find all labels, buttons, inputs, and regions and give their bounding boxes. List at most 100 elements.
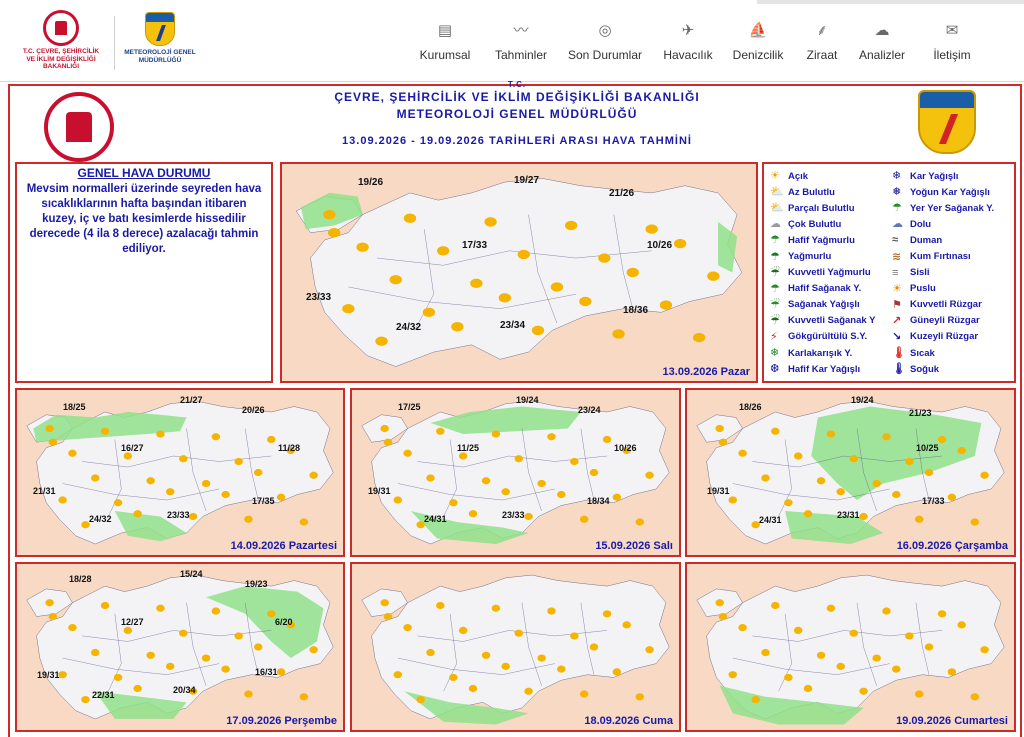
cold-thermometer-icon: 🌡 xyxy=(892,363,906,376)
nav-tahminler[interactable]: 〰 Tahminler xyxy=(486,20,556,70)
legend-item: ⛅ Parçalı Bulutlu xyxy=(768,200,890,216)
sun-cloud-icon xyxy=(836,662,845,670)
legend-item: ☁ Dolu xyxy=(890,216,1012,232)
sun-cloud-icon xyxy=(803,684,813,693)
sun-cloud-icon xyxy=(501,488,510,496)
sun-cloud-icon xyxy=(188,512,198,521)
legend-item: ↘ Kuzeyli Rüzgar xyxy=(890,329,1012,345)
document-icon: ▤ xyxy=(437,22,453,39)
city-temp-range: 19/27 xyxy=(514,175,540,186)
sun-cloud-icon xyxy=(91,648,100,657)
city-temp-range: 11/28 xyxy=(278,443,301,453)
sun-cloud-icon xyxy=(570,632,579,640)
city-temp-range: 15/24 xyxy=(180,569,203,579)
legend-label: Hafif Kar Yağışlı xyxy=(788,363,861,375)
sun-cloud-icon xyxy=(383,438,393,446)
city-temp-range: 17/33 xyxy=(462,240,488,251)
sandstorm-icon: ≋ xyxy=(892,250,902,263)
city-temp-range: 6/20 xyxy=(275,617,293,627)
sun-cloud-icon xyxy=(484,217,497,227)
sun-cloud-icon xyxy=(68,624,77,632)
nav-kurumsal[interactable]: ▤ Kurumsal xyxy=(404,20,486,70)
analysis-icon: ☁ xyxy=(874,22,890,39)
city-temp-range: 16/27 xyxy=(121,443,144,453)
mgm-logo[interactable]: METEOROLOJİ GENEL MÜDÜRLÜĞÜ xyxy=(122,12,198,78)
sun-cloud-icon xyxy=(68,449,77,457)
legend-grid: ☀ Açık ❄ Kar Yağışlı ⛅ Az Bulutlu ❅ Yoğun Kar Y… xyxy=(768,168,1012,377)
ministry-logo[interactable]: T.C. ÇEVRE, ŞEHİRCİLİK VE İKLİM DEĞİŞİKL… xyxy=(18,10,104,76)
forecast-map-day-3: 17/25 19/24 23/24 11/25 10/26 19/31 24/31 23/33… xyxy=(350,388,681,557)
sun-cloud-icon xyxy=(81,695,90,704)
sun-cloud-icon xyxy=(426,648,435,657)
forecast-map-day-6: 18.09.2026 Cuma xyxy=(350,562,681,732)
city-temp-range: 21/27 xyxy=(180,395,203,405)
sun-cloud-icon xyxy=(517,249,530,260)
sleet-icon: ❄ xyxy=(770,347,780,360)
sun-cloud-icon xyxy=(146,651,155,659)
sun-cloud-icon xyxy=(380,424,389,433)
legend-item: ☂ Hafif Yağmurlu xyxy=(768,232,890,248)
sun-cloud-icon xyxy=(458,452,468,460)
sun-cloud-icon xyxy=(980,646,989,654)
sun-cloud-icon xyxy=(816,651,826,659)
legend-item: 🌡 Soğuk xyxy=(890,361,1012,377)
city-temp-range: 10/25 xyxy=(916,443,939,453)
sun-cloud-icon xyxy=(416,695,425,704)
legend-item: ↗ Güneyli Rüzgar xyxy=(890,313,1012,329)
weather-legend: ☀ Açık ❄ Kar Yağışlı ⛅ Az Bulutlu ❅ Yoğun Kar Y… xyxy=(762,162,1016,383)
scattered-shower-icon: ☂ xyxy=(892,202,902,215)
legend-item: 🌡 Sıcak xyxy=(890,345,1012,361)
sun-cloud-icon xyxy=(645,646,654,654)
sun-cloud-icon xyxy=(491,604,501,612)
sun-cloud-icon xyxy=(179,629,188,637)
sailboat-icon: ⛵ xyxy=(748,22,768,39)
smoke-icon: ≈ xyxy=(892,234,899,247)
nav-label: Kurumsal xyxy=(419,48,471,62)
legend-item: ❅ Yoğun Kar Yağışlı xyxy=(890,184,1012,200)
top-scrollbar[interactable] xyxy=(757,0,1024,4)
sun-cloud-icon xyxy=(738,449,747,457)
sun-cloud-icon xyxy=(914,515,924,523)
nav-analizler[interactable]: ☁ Analizler xyxy=(850,20,914,70)
snow-icon: ❄ xyxy=(892,170,902,183)
city-temp-range: 23/33 xyxy=(502,510,525,520)
sun-cloud-icon xyxy=(957,446,966,455)
turkey-map-shape xyxy=(17,564,343,730)
city-temp-range: 24/31 xyxy=(759,515,782,525)
legend-label: Sağanak Yağışlı xyxy=(788,299,860,311)
sun-cloud-icon xyxy=(970,693,980,701)
sun-small-cloud-icon: ⛅ xyxy=(770,186,784,199)
sun-icon: ☀ xyxy=(770,170,780,183)
legend-item: ☀ Açık xyxy=(768,168,890,184)
nav-ziraat[interactable]: ⸙ Ziraat xyxy=(794,20,850,70)
nav-iletisim[interactable]: ✉ İletişim xyxy=(914,20,990,70)
sun-cloud-icon xyxy=(436,601,445,610)
forecast-map-day-2: 18/25 21/27 20/26 16/27 11/28 21/31 24/32 23/33… xyxy=(15,388,345,557)
chart-line-icon: 〰 xyxy=(513,22,529,39)
city-temp-range: 23/31 xyxy=(837,510,860,520)
sun-cloud-icon xyxy=(470,278,483,289)
turkey-map-shape xyxy=(17,390,343,555)
sun-cloud-icon xyxy=(728,671,738,679)
thunderstorm-icon: ⚡ xyxy=(770,330,778,343)
nav-denizcilik[interactable]: ⛵ Denizcilik xyxy=(722,20,794,70)
nav-havacilik[interactable]: ✈ Havacılık xyxy=(654,20,722,70)
legend-label: Hafif Yağmurlu xyxy=(788,234,855,246)
sun-cloud-icon xyxy=(892,490,901,499)
sun-cloud-icon xyxy=(645,471,654,479)
city-temp-range: 17/33 xyxy=(922,496,945,506)
nav-son-durumlar[interactable]: ◎ Son Durumlar xyxy=(556,20,654,70)
sun-cloud-icon xyxy=(826,430,836,438)
sun-cloud-icon xyxy=(48,438,58,446)
sun-cloud-icon xyxy=(498,293,511,303)
city-temp-range: 17/35 xyxy=(252,496,275,506)
sun-cloud-icon xyxy=(426,474,435,482)
legend-label: Çok Bulutlu xyxy=(788,218,842,230)
sun-cloud-icon xyxy=(449,673,458,682)
sun-cloud-icon xyxy=(436,246,450,256)
sun-cloud-icon xyxy=(451,322,464,332)
sun-cloud-icon xyxy=(165,488,175,496)
sun-cloud-icon xyxy=(589,643,599,651)
sun-cloud-icon xyxy=(707,271,720,281)
sun-cloud-icon xyxy=(612,329,625,339)
